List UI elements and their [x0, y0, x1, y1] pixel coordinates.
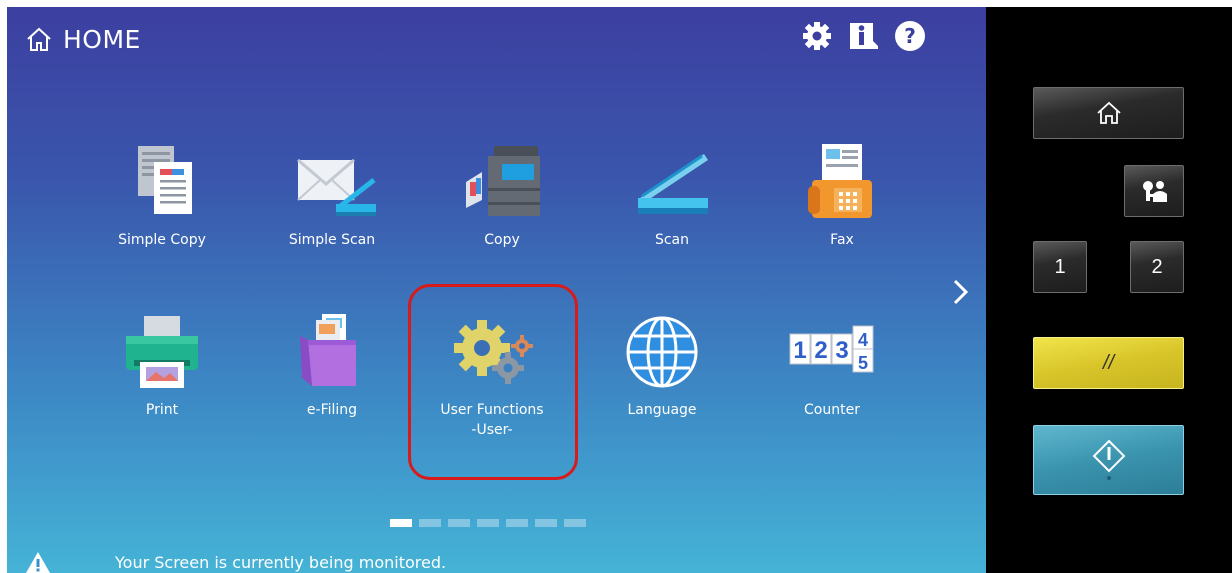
user-key-icon — [1143, 181, 1167, 202]
page-dot[interactable] — [506, 519, 528, 527]
counter-digit: 1 — [793, 337, 806, 364]
home-hw-button[interactable] — [1033, 87, 1184, 139]
page-title: HOME — [25, 19, 141, 59]
tile-label: Fax — [830, 232, 854, 248]
page-dot[interactable] — [535, 519, 557, 527]
tile-counter[interactable]: 1 2 3 4 5 Counter — [757, 312, 907, 442]
page-dot[interactable] — [477, 519, 499, 527]
fax-icon — [808, 144, 872, 218]
envelope-scan-icon — [297, 158, 376, 216]
monitoring-notice: Your Screen is currently being monitored… — [7, 547, 986, 573]
tile-user-functions[interactable]: User Functions -User- — [417, 312, 567, 442]
help-icon[interactable]: ? — [893, 19, 927, 53]
scanner-icon — [638, 154, 708, 214]
counter-digit: 2 — [814, 337, 827, 364]
e-filing-box-icon — [300, 314, 356, 386]
page-dot[interactable] — [390, 519, 412, 527]
tile-simple-scan[interactable]: Simple Scan — [257, 142, 407, 272]
tile-copy[interactable]: Copy — [427, 142, 577, 272]
svg-text:?: ? — [904, 24, 916, 48]
printer-icon — [126, 316, 198, 388]
reset-button[interactable]: // — [1033, 337, 1184, 389]
memory-1-button[interactable]: 1 — [1033, 241, 1087, 293]
chevron-right-icon[interactable] — [945, 277, 975, 307]
tile-label: Counter — [804, 402, 860, 418]
tile-scan[interactable]: Scan — [597, 142, 747, 272]
copier-icon — [466, 146, 540, 216]
memory-2-label: 2 — [1151, 255, 1163, 278]
home-outline-icon — [1096, 101, 1121, 124]
page-dot[interactable] — [419, 519, 441, 527]
tile-label: Simple Scan — [288, 232, 376, 248]
home-screen: HOME ? Simple Copy Simple Scan Copy Scan… — [7, 7, 986, 573]
settings-gear-icon[interactable] — [800, 19, 834, 53]
page-indicator — [390, 519, 586, 527]
counter-digit: 4 — [858, 330, 868, 350]
page-dot[interactable] — [564, 519, 586, 527]
globe-icon — [626, 316, 698, 388]
tile-label-line2: -User- — [471, 422, 513, 438]
tile-e-filing[interactable]: e-Filing — [257, 312, 407, 442]
tile-label: Print — [145, 402, 179, 418]
counter-digits-icon: 1 2 3 4 5 — [789, 325, 874, 373]
page-title-text: HOME — [63, 24, 141, 54]
tile-label: User Functions -User- — [440, 400, 543, 440]
hardware-control-panel: 1 2 // — [986, 7, 1232, 573]
info-icon[interactable] — [847, 19, 881, 53]
tile-simple-copy[interactable]: Simple Copy — [87, 142, 237, 272]
counter-digit: 5 — [858, 353, 868, 373]
tile-label: Copy — [484, 232, 520, 248]
tile-print[interactable]: Print — [87, 312, 237, 442]
tile-label-line1: User Functions — [440, 402, 544, 418]
tile-fax[interactable]: Fax — [767, 142, 917, 272]
tile-label: Scan — [654, 232, 690, 248]
reset-label: // — [1102, 351, 1115, 374]
memory-1-label: 1 — [1054, 255, 1066, 278]
home-icon — [27, 27, 51, 51]
gears-icon — [454, 320, 533, 384]
memory-2-button[interactable]: 2 — [1130, 241, 1184, 293]
page-dot[interactable] — [448, 519, 470, 527]
warning-icon — [26, 552, 50, 573]
tile-language[interactable]: Language — [587, 312, 737, 442]
notice-text: Your Screen is currently being monitored… — [115, 552, 447, 572]
counter-digit: 3 — [835, 337, 848, 364]
start-button[interactable] — [1033, 425, 1184, 495]
user-access-button[interactable] — [1124, 165, 1184, 217]
tile-label: e-Filing — [306, 402, 358, 418]
document-copy-icon — [138, 146, 192, 214]
start-diamond-icon — [1092, 439, 1125, 480]
tile-label: Language — [627, 402, 697, 418]
tile-label: Simple Copy — [118, 232, 206, 248]
